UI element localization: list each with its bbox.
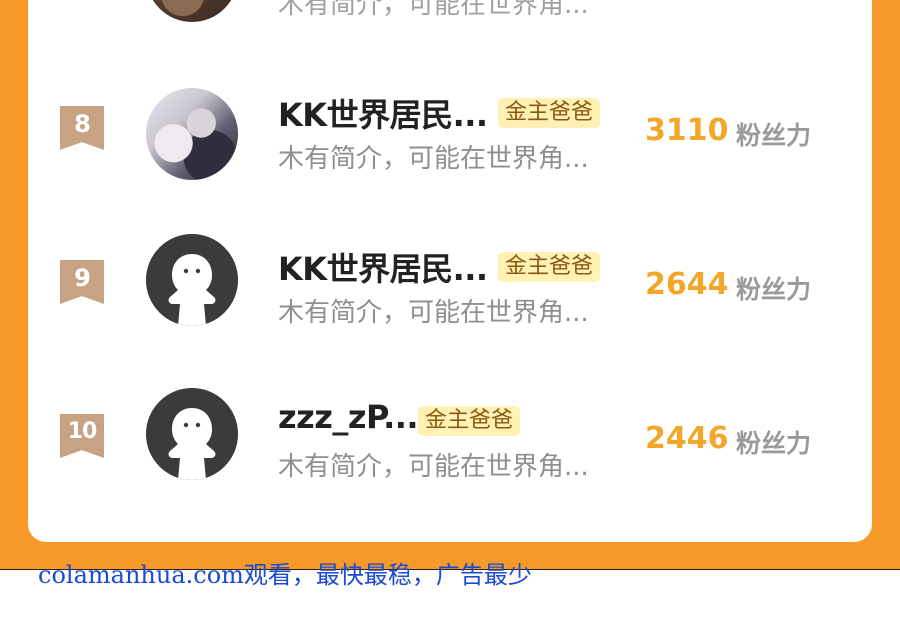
- photo-avatar[interactable]: [146, 88, 238, 180]
- partial-bio: 木有简介，可能在世界角...: [278, 0, 589, 20]
- user-name[interactable]: KK世界居民...: [278, 90, 488, 136]
- rank-badge: 9: [60, 260, 104, 304]
- ranking-card: 木有简介，可能在世界角... 8 KK世界居民... 金主爸爸 木有简介，可能在…: [28, 0, 872, 542]
- default-ghost-avatar[interactable]: [146, 234, 238, 326]
- user-bio: 木有简介，可能在世界角...: [278, 298, 589, 328]
- patron-tag: 金主爸爸: [418, 406, 521, 436]
- ranking-row[interactable]: 8 KK世界居民... 金主爸爸 木有简介，可能在世界角... 3110 粉丝力: [28, 88, 872, 228]
- fan-score: 2644: [645, 267, 729, 302]
- default-ghost-avatar[interactable]: [146, 388, 238, 480]
- rank-number: 8: [74, 110, 91, 138]
- fan-score-unit: 粉丝力: [736, 275, 812, 304]
- fan-score-unit: 粉丝力: [736, 121, 812, 150]
- ghost-avatar-icon: [146, 388, 238, 480]
- user-name[interactable]: zzz_zP...: [278, 398, 419, 436]
- rank-badge: 10: [60, 414, 104, 458]
- user-name[interactable]: KK世界居民...: [278, 244, 488, 290]
- patron-tag: 金主爸爸: [498, 252, 601, 282]
- fan-score: 2446: [645, 421, 729, 456]
- rank-number: 10: [67, 419, 98, 444]
- fan-score: 3110: [645, 113, 729, 148]
- ranking-row[interactable]: 9 KK世界居民... 金主爸爸 木有简介，可能在世界角... 2644 粉丝力: [28, 234, 872, 382]
- ghost-avatar-icon: [146, 234, 238, 326]
- user-bio: 木有简介，可能在世界角...: [278, 144, 589, 174]
- rank-number: 9: [74, 264, 91, 292]
- rank-badge: 8: [60, 106, 104, 150]
- fan-score-unit: 粉丝力: [736, 429, 812, 458]
- partial-avatar: [146, 0, 238, 22]
- patron-tag: 金主爸爸: [498, 98, 601, 128]
- user-bio: 木有简介，可能在世界角...: [278, 452, 589, 482]
- watermark-text: colamanhua.com观看，最快最稳，广告最少: [38, 561, 532, 589]
- ranking-row[interactable]: 10 zzz_zP... 金主爸爸 木有简介，可能在世界角... 2446 粉丝…: [28, 388, 872, 536]
